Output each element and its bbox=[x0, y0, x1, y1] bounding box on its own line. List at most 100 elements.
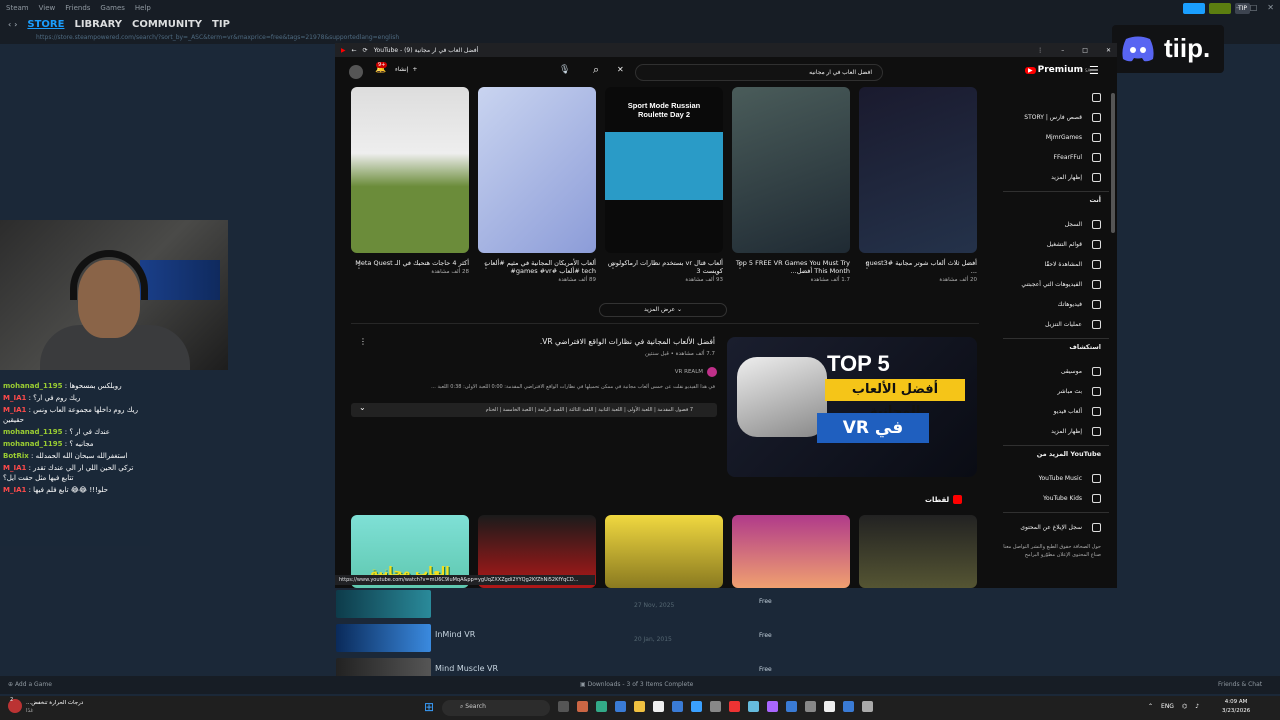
mic-icon[interactable]: 🎙 bbox=[559, 65, 570, 75]
sidebar-subscription[interactable]: STORY | قصص فارس bbox=[995, 107, 1117, 127]
back-arrow-icon[interactable]: ‹ › bbox=[8, 20, 17, 29]
video-title[interactable]: أفضل ثلاث ألعاب شوتر مجانية #quest3 ... bbox=[859, 259, 977, 275]
video-title[interactable]: أكثر 4 حاجات هتحبك في الـ Meta Quest bbox=[351, 259, 469, 267]
steam-result-row[interactable]: 27 Nov, 2025 Free bbox=[336, 588, 776, 620]
sidebar-item-you[interactable]: السجل bbox=[995, 214, 1117, 234]
chat-username[interactable]: mohanad_1195 bbox=[3, 428, 63, 436]
nav-library[interactable]: LIBRARY bbox=[74, 19, 122, 30]
chat-username[interactable]: BotRix bbox=[3, 452, 29, 460]
chat-username[interactable]: mohanad_1195 bbox=[3, 382, 63, 390]
nav-community[interactable]: COMMUNITY bbox=[132, 19, 202, 30]
video-thumbnail[interactable] bbox=[478, 87, 596, 253]
search-input[interactable] bbox=[635, 64, 883, 81]
youtube-premium-logo[interactable]: ▶ Premium SA bbox=[1025, 65, 1090, 75]
sidebar-report[interactable]: سجل الإبلاغ عن المحتوى bbox=[995, 517, 1117, 537]
minimize-icon[interactable]: – bbox=[1061, 47, 1064, 54]
mail-icon[interactable] bbox=[672, 701, 683, 712]
show-more-button[interactable]: عرض المزيد ⌄ bbox=[599, 303, 727, 317]
video-title[interactable]: ألعاب الأمريكان المجانية في مثيم #ألعاب … bbox=[478, 259, 596, 275]
video-thumbnail[interactable] bbox=[351, 87, 469, 253]
more-options-icon[interactable]: ⋮ bbox=[863, 261, 871, 270]
sidebar-item-more[interactable]: YouTube Kids bbox=[995, 488, 1117, 508]
sidebar-item-explore[interactable]: بث مباشر bbox=[995, 381, 1117, 401]
volume-icon[interactable]: ♪ bbox=[1195, 703, 1199, 710]
video-card[interactable]: Sport Mode Russian Roulette Day 2 ألعاب ق… bbox=[605, 87, 723, 283]
video-card[interactable]: ألعاب الأمريكان المجانية في مثيم #ألعاب … bbox=[478, 87, 596, 283]
teams-icon[interactable] bbox=[786, 701, 797, 712]
search-icon[interactable]: ⌕ bbox=[593, 63, 599, 77]
downloads-status[interactable]: ▣ Downloads - 3 of 3 Items Complete bbox=[580, 681, 693, 688]
video-thumbnail[interactable] bbox=[859, 87, 977, 253]
steam-menu-item[interactable]: Steam bbox=[6, 4, 29, 12]
file-explorer-icon[interactable] bbox=[634, 701, 645, 712]
start-icon[interactable]: ⊞ bbox=[424, 701, 434, 713]
friends-chat-button[interactable]: Friends & Chat bbox=[1218, 681, 1262, 688]
github-icon[interactable] bbox=[824, 701, 835, 712]
chat-username[interactable]: M_IA1 bbox=[3, 406, 26, 414]
task-view-icon[interactable] bbox=[558, 701, 569, 712]
chevron-down-icon[interactable]: ⌄ bbox=[359, 403, 366, 412]
notification-button[interactable] bbox=[1208, 3, 1231, 14]
menu-dots-icon[interactable]: ⋮ bbox=[1037, 47, 1043, 54]
youtube-icon[interactable] bbox=[729, 701, 740, 712]
sidebar-you-header[interactable]: أنت bbox=[995, 196, 1117, 214]
nav-tip[interactable]: TIP bbox=[212, 19, 230, 30]
help-menu-item[interactable]: Help bbox=[135, 4, 151, 12]
more-options-icon[interactable]: ⋮ bbox=[355, 261, 363, 270]
copilot-icon[interactable] bbox=[577, 701, 588, 712]
taskbar-search[interactable]: ⌕ Search bbox=[442, 700, 550, 716]
sidebar-subscription[interactable] bbox=[995, 87, 1117, 107]
view-menu-item[interactable]: View bbox=[39, 4, 56, 12]
sidebar-item-more[interactable]: YouTube Music bbox=[995, 468, 1117, 488]
more-options-icon[interactable]: ⋮ bbox=[609, 261, 617, 270]
video-thumbnail[interactable]: Sport Mode Russian Roulette Day 2 bbox=[605, 87, 723, 253]
edge-icon[interactable] bbox=[615, 701, 626, 712]
scrollbar[interactable] bbox=[1111, 93, 1115, 233]
sidebar-subscription[interactable]: إظهار المزيد bbox=[995, 167, 1117, 187]
sidebar-explore-header[interactable]: استكشاف bbox=[995, 343, 1117, 361]
steam-result-row[interactable]: InMind VR 20 Jan, 2015 Free bbox=[336, 622, 776, 654]
video-title[interactable]: ألعاب قتال vr بستخدم نظارات ارماكولوس كو… bbox=[605, 259, 723, 275]
video-title[interactable]: Top 5 FREE VR Games You Must Try This Mo… bbox=[732, 259, 850, 275]
app-icon[interactable] bbox=[862, 701, 873, 712]
avatar[interactable] bbox=[349, 65, 363, 79]
language-indicator[interactable]: ENG bbox=[1161, 703, 1174, 710]
sidebar-item-you[interactable]: فيديوهاتك bbox=[995, 294, 1117, 314]
steam-icon[interactable] bbox=[843, 701, 854, 712]
create-button[interactable]: إنشاء + bbox=[395, 66, 417, 73]
chat-username[interactable]: M_IA1 bbox=[3, 394, 26, 402]
nav-store[interactable]: STORE bbox=[27, 19, 64, 30]
featured-title[interactable]: أفضل الألعاب المجانية في نظارات الواقع ا… bbox=[355, 337, 715, 346]
sidebar-more-header[interactable]: المزيد من YouTube bbox=[995, 450, 1117, 468]
settings-icon[interactable] bbox=[710, 701, 721, 712]
app-icon[interactable] bbox=[805, 701, 816, 712]
outlook-icon[interactable] bbox=[691, 701, 702, 712]
more-options-icon[interactable]: ⋮ bbox=[736, 261, 744, 270]
hamburger-menu-icon[interactable]: ☰ bbox=[1089, 64, 1099, 77]
chapters-bar[interactable]: 7 فصول المقدمة | اللعبة الأولى | اللعبة … bbox=[351, 403, 717, 417]
maximize-icon[interactable]: □ bbox=[1250, 3, 1258, 12]
network-icon[interactable]: ⌬ bbox=[1182, 703, 1187, 710]
discord-icon[interactable] bbox=[767, 701, 778, 712]
chat-username[interactable]: M_IA1 bbox=[3, 486, 26, 494]
sidebar-item-explore[interactable]: ألعاب فيديو bbox=[995, 401, 1117, 421]
friends-menu-item[interactable]: Friends bbox=[65, 4, 90, 12]
sidebar-item-you[interactable]: الفيديوهات التي أعجبتني bbox=[995, 274, 1117, 294]
more-options-icon[interactable]: ⋮ bbox=[359, 337, 367, 346]
reload-icon[interactable]: ⟳ bbox=[363, 47, 368, 54]
short-thumbnail[interactable] bbox=[732, 515, 850, 588]
back-icon[interactable]: ← bbox=[352, 47, 357, 54]
edge-icon[interactable] bbox=[596, 701, 607, 712]
sidebar-item-you[interactable]: المشاهدة لاحقًا bbox=[995, 254, 1117, 274]
tray-chevron-icon[interactable]: ⌃ bbox=[1148, 703, 1153, 710]
add-game-button[interactable]: ⊕ Add a Game bbox=[8, 681, 52, 688]
video-card[interactable]: أكثر 4 حاجات هتحبك في الـ Meta Quest 28 أ… bbox=[351, 87, 469, 275]
sidebar-subscription[interactable]: FFearFFul bbox=[995, 147, 1117, 167]
clear-search-icon[interactable]: ✕ bbox=[617, 65, 624, 74]
announce-button[interactable] bbox=[1182, 3, 1205, 14]
clock[interactable]: 4:09 AM 3/23/2026 bbox=[1222, 698, 1250, 716]
video-thumbnail[interactable] bbox=[732, 87, 850, 253]
close-icon[interactable]: ✕ bbox=[1106, 47, 1111, 54]
short-thumbnail[interactable] bbox=[859, 515, 977, 588]
short-thumbnail[interactable] bbox=[605, 515, 723, 588]
